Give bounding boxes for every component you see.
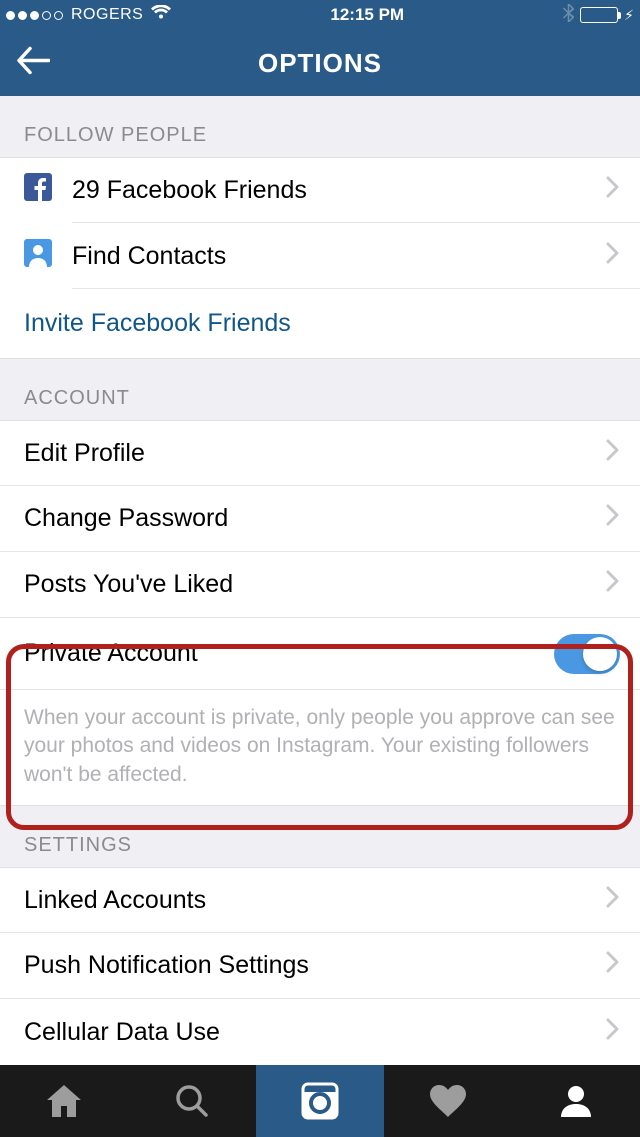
- chevron-right-icon: [606, 176, 620, 205]
- chevron-right-icon: [606, 504, 620, 533]
- change-password-row[interactable]: Change Password: [0, 486, 640, 552]
- chevron-right-icon: [606, 1018, 620, 1047]
- facebook-friends-row[interactable]: 29 Facebook Friends: [0, 157, 640, 223]
- change-password-label: Change Password: [24, 504, 606, 533]
- linked-accounts-row[interactable]: Linked Accounts: [0, 867, 640, 933]
- chevron-right-icon: [606, 439, 620, 468]
- section-header-settings: SETTINGS: [0, 806, 640, 867]
- private-account-label: Private Account: [24, 639, 554, 668]
- private-account-toggle[interactable]: [554, 634, 620, 674]
- chevron-right-icon: [606, 886, 620, 915]
- content-scroll[interactable]: FOLLOW PEOPLE 29 Facebook Friends Find C…: [0, 96, 640, 1065]
- private-account-row[interactable]: Private Account: [0, 618, 640, 690]
- section-header-follow: FOLLOW PEOPLE: [0, 96, 640, 157]
- wifi-icon: [151, 5, 171, 25]
- status-left: ROGERS: [6, 5, 171, 25]
- cellular-data-label: Cellular Data Use: [24, 1018, 606, 1047]
- contacts-icon: [24, 239, 52, 274]
- chevron-right-icon: [606, 242, 620, 271]
- carrier-label: ROGERS: [71, 6, 143, 24]
- find-contacts-label: Find Contacts: [72, 242, 606, 271]
- section-header-account: ACCOUNT: [0, 359, 640, 420]
- push-notifications-row[interactable]: Push Notification Settings: [0, 933, 640, 999]
- battery-icon: [580, 7, 618, 23]
- edit-profile-row[interactable]: Edit Profile: [0, 420, 640, 486]
- charging-icon: ⚡︎: [624, 7, 634, 24]
- tab-search[interactable]: [128, 1065, 256, 1137]
- linked-accounts-label: Linked Accounts: [24, 886, 606, 915]
- facebook-friends-label: 29 Facebook Friends: [72, 176, 606, 205]
- invite-facebook-label: Invite Facebook Friends: [24, 309, 291, 337]
- tab-bar: [0, 1065, 640, 1137]
- toggle-knob: [583, 637, 617, 671]
- cellular-data-row[interactable]: Cellular Data Use: [0, 999, 640, 1065]
- tab-camera[interactable]: [256, 1065, 384, 1137]
- nav-header: OPTIONS: [0, 30, 640, 96]
- find-contacts-row[interactable]: Find Contacts: [0, 223, 640, 289]
- tab-activity[interactable]: [384, 1065, 512, 1137]
- edit-profile-label: Edit Profile: [24, 439, 606, 468]
- bluetooth-icon: [563, 4, 574, 27]
- status-right: ⚡︎: [563, 4, 634, 27]
- tab-home[interactable]: [0, 1065, 128, 1137]
- invite-facebook-link[interactable]: Invite Facebook Friends: [0, 289, 640, 359]
- signal-strength-icon: [6, 11, 63, 20]
- clock: 12:15 PM: [330, 5, 404, 25]
- facebook-icon: [24, 173, 52, 208]
- chevron-right-icon: [606, 570, 620, 599]
- back-button[interactable]: [16, 47, 50, 80]
- posts-liked-label: Posts You've Liked: [24, 570, 606, 599]
- push-notifications-label: Push Notification Settings: [24, 951, 606, 980]
- chevron-right-icon: [606, 951, 620, 980]
- page-title: OPTIONS: [258, 48, 382, 79]
- tab-profile[interactable]: [512, 1065, 640, 1137]
- posts-liked-row[interactable]: Posts You've Liked: [0, 552, 640, 618]
- private-account-description: When your account is private, only peopl…: [0, 690, 640, 806]
- status-bar: ROGERS 12:15 PM ⚡︎: [0, 0, 640, 30]
